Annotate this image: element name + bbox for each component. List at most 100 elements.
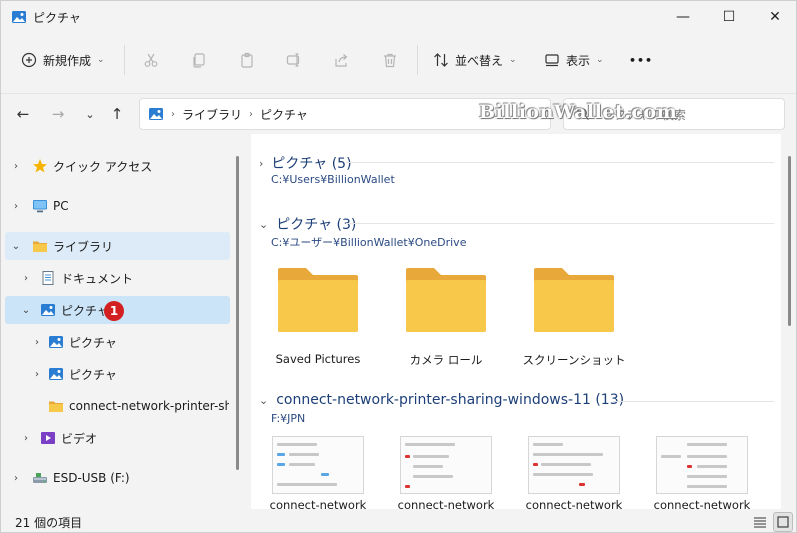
chevron-down-icon[interactable]: ⌄ bbox=[19, 305, 33, 316]
pictures-icon bbox=[41, 304, 55, 316]
breadcrumb-pictures[interactable]: ピクチャ bbox=[260, 106, 308, 123]
breadcrumb-libraries[interactable]: ライブラリ bbox=[182, 106, 242, 123]
file-caption: connect-network bbox=[269, 498, 367, 509]
file-caption: connect-network bbox=[397, 498, 495, 509]
nav-item-connect-network[interactable]: connect-network-printer-sharing bbox=[1, 392, 231, 420]
sort-button[interactable]: 並べ替え ⌄ bbox=[433, 45, 517, 75]
chevron-right-icon[interactable]: › bbox=[9, 473, 23, 484]
nav-item-libraries[interactable]: ⌄ ライブラリ bbox=[5, 232, 230, 260]
folder-icon bbox=[278, 268, 358, 332]
group-divider bbox=[346, 223, 774, 224]
star-icon bbox=[33, 159, 47, 173]
nav-scrollbar[interactable] bbox=[236, 156, 239, 470]
group-title: ピクチャ (3) bbox=[276, 217, 357, 233]
paste-icon[interactable] bbox=[239, 52, 255, 68]
folder-icon bbox=[406, 268, 486, 332]
screenshot-thumbnail bbox=[528, 436, 620, 494]
toolbar-separator bbox=[417, 45, 418, 75]
new-button[interactable]: 新規作成 ⌄ bbox=[21, 45, 105, 75]
title-bar: ピクチャ — ☐ ✕ bbox=[1, 1, 796, 33]
group-path: C:¥ユーザー¥BillionWallet¥OneDrive bbox=[271, 236, 467, 249]
folder-caption: Saved Pictures bbox=[275, 352, 361, 366]
nav-label: ドキュメント bbox=[61, 271, 134, 286]
chevron-down-icon: ⌄ bbox=[596, 55, 604, 65]
file-explorer-window: ピクチャ — ☐ ✕ 新規作成 ⌄ 並べ替え ⌄ 表示 ⌄ ••• ← → ⌄ … bbox=[0, 0, 797, 533]
chevron-down-icon: ⌄ bbox=[509, 55, 517, 65]
chevron-down-icon: ⌄ bbox=[259, 217, 269, 231]
folder-icon bbox=[49, 401, 63, 412]
nav-label: ピクチャ bbox=[69, 335, 117, 350]
step-badge: 1 bbox=[104, 301, 124, 321]
toolbar-separator bbox=[124, 45, 125, 75]
group-header-pictures-user[interactable]: › ピクチャ (5) bbox=[259, 153, 352, 173]
document-icon bbox=[42, 271, 54, 285]
nav-item-usb-drive[interactable]: › ESD-USB (F:) bbox=[1, 464, 231, 492]
pictures-app-icon bbox=[12, 11, 26, 23]
details-view-button[interactable] bbox=[750, 512, 770, 532]
chevron-right-icon[interactable]: › bbox=[30, 337, 44, 348]
screenshot-thumbnail bbox=[656, 436, 748, 494]
group-divider bbox=[613, 401, 774, 402]
sort-arrows-icon bbox=[434, 53, 448, 67]
back-arrow-icon[interactable]: ← bbox=[12, 104, 34, 124]
nav-item-quick-access[interactable]: › クイック アクセス bbox=[1, 152, 231, 180]
chevron-right-icon[interactable]: › bbox=[9, 161, 23, 172]
folder-caption: カメラ ロール bbox=[409, 353, 483, 367]
nav-item-pictures-onedrive[interactable]: › ピクチャ bbox=[1, 360, 231, 388]
close-button[interactable]: ✕ bbox=[752, 1, 796, 33]
folder-caption: スクリーンショット bbox=[522, 353, 626, 367]
forward-arrow-icon[interactable]: → bbox=[47, 104, 69, 124]
usb-drive-icon bbox=[33, 473, 47, 483]
nav-label: PC bbox=[53, 199, 69, 213]
library-folder-icon bbox=[33, 241, 47, 252]
nav-label: connect-network-printer-sharing bbox=[69, 399, 229, 413]
nav-item-pictures-local[interactable]: › ピクチャ bbox=[1, 328, 231, 356]
group-title: connect-network-printer-sharing-windows-… bbox=[276, 392, 625, 408]
cut-icon[interactable] bbox=[143, 52, 159, 68]
content-pane: › ピクチャ (5) C:¥Users¥BillionWallet ⌄ ピクチャ… bbox=[251, 134, 781, 509]
rename-icon[interactable] bbox=[286, 52, 302, 68]
nav-item-pc[interactable]: › PC bbox=[1, 192, 231, 220]
nav-item-videos[interactable]: › ビデオ bbox=[1, 424, 231, 452]
chevron-down-icon[interactable]: ⌄ bbox=[9, 241, 23, 252]
folder-tile-saved-pictures[interactable]: Saved Pictures bbox=[259, 266, 377, 366]
watermark: BillionWallet.com bbox=[479, 101, 678, 123]
navigation-pane: › クイック アクセス › PC ⌄ ライブラリ › ドキュメント ⌄ ピクチャ… bbox=[1, 134, 243, 509]
pictures-icon bbox=[49, 368, 63, 380]
breadcrumb-separator-icon: › bbox=[249, 108, 254, 120]
chevron-right-icon: › bbox=[259, 156, 264, 170]
recent-chevron-icon[interactable]: ⌄ bbox=[79, 104, 101, 124]
up-arrow-icon[interactable]: ↑ bbox=[106, 104, 128, 124]
copy-icon[interactable] bbox=[191, 52, 207, 68]
chevron-right-icon[interactable]: › bbox=[9, 201, 23, 212]
details-view-icon bbox=[754, 517, 766, 528]
nav-label: ライブラリ bbox=[53, 239, 114, 254]
nav-label: ピクチャ bbox=[61, 303, 109, 318]
minimize-button[interactable]: — bbox=[660, 1, 706, 33]
folder-tile-camera-roll[interactable]: カメラ ロール bbox=[387, 266, 505, 367]
group-header-connect-network[interactable]: ⌄ connect-network-printer-sharing-window… bbox=[259, 392, 624, 408]
chevron-down-icon: ⌄ bbox=[97, 55, 105, 65]
video-icon bbox=[41, 432, 55, 444]
window-title: ピクチャ bbox=[33, 11, 81, 25]
nav-label: ピクチャ bbox=[69, 367, 117, 382]
new-label: 新規作成 bbox=[43, 53, 92, 68]
folder-tile-screenshots[interactable]: スクリーンショット bbox=[515, 266, 633, 367]
nav-item-documents[interactable]: › ドキュメント bbox=[1, 264, 231, 292]
maximize-button[interactable]: ☐ bbox=[706, 1, 752, 33]
large-icons-view-button[interactable] bbox=[773, 512, 793, 532]
view-icon bbox=[545, 54, 559, 67]
group-header-pictures-onedrive[interactable]: ⌄ ピクチャ (3) bbox=[259, 214, 356, 234]
chevron-right-icon[interactable]: › bbox=[30, 369, 44, 380]
chevron-right-icon[interactable]: › bbox=[19, 433, 33, 444]
delete-icon[interactable] bbox=[382, 52, 398, 68]
view-button[interactable]: 表示 ⌄ bbox=[544, 45, 604, 75]
chevron-right-icon[interactable]: › bbox=[19, 273, 33, 284]
file-caption: connect-network bbox=[525, 498, 623, 509]
share-icon[interactable] bbox=[334, 52, 350, 68]
content-scrollbar[interactable] bbox=[788, 156, 791, 326]
more-options-button[interactable]: ••• bbox=[629, 45, 653, 75]
pictures-library-icon bbox=[149, 108, 163, 120]
screenshot-thumbnail bbox=[400, 436, 492, 494]
pictures-icon bbox=[49, 336, 63, 348]
